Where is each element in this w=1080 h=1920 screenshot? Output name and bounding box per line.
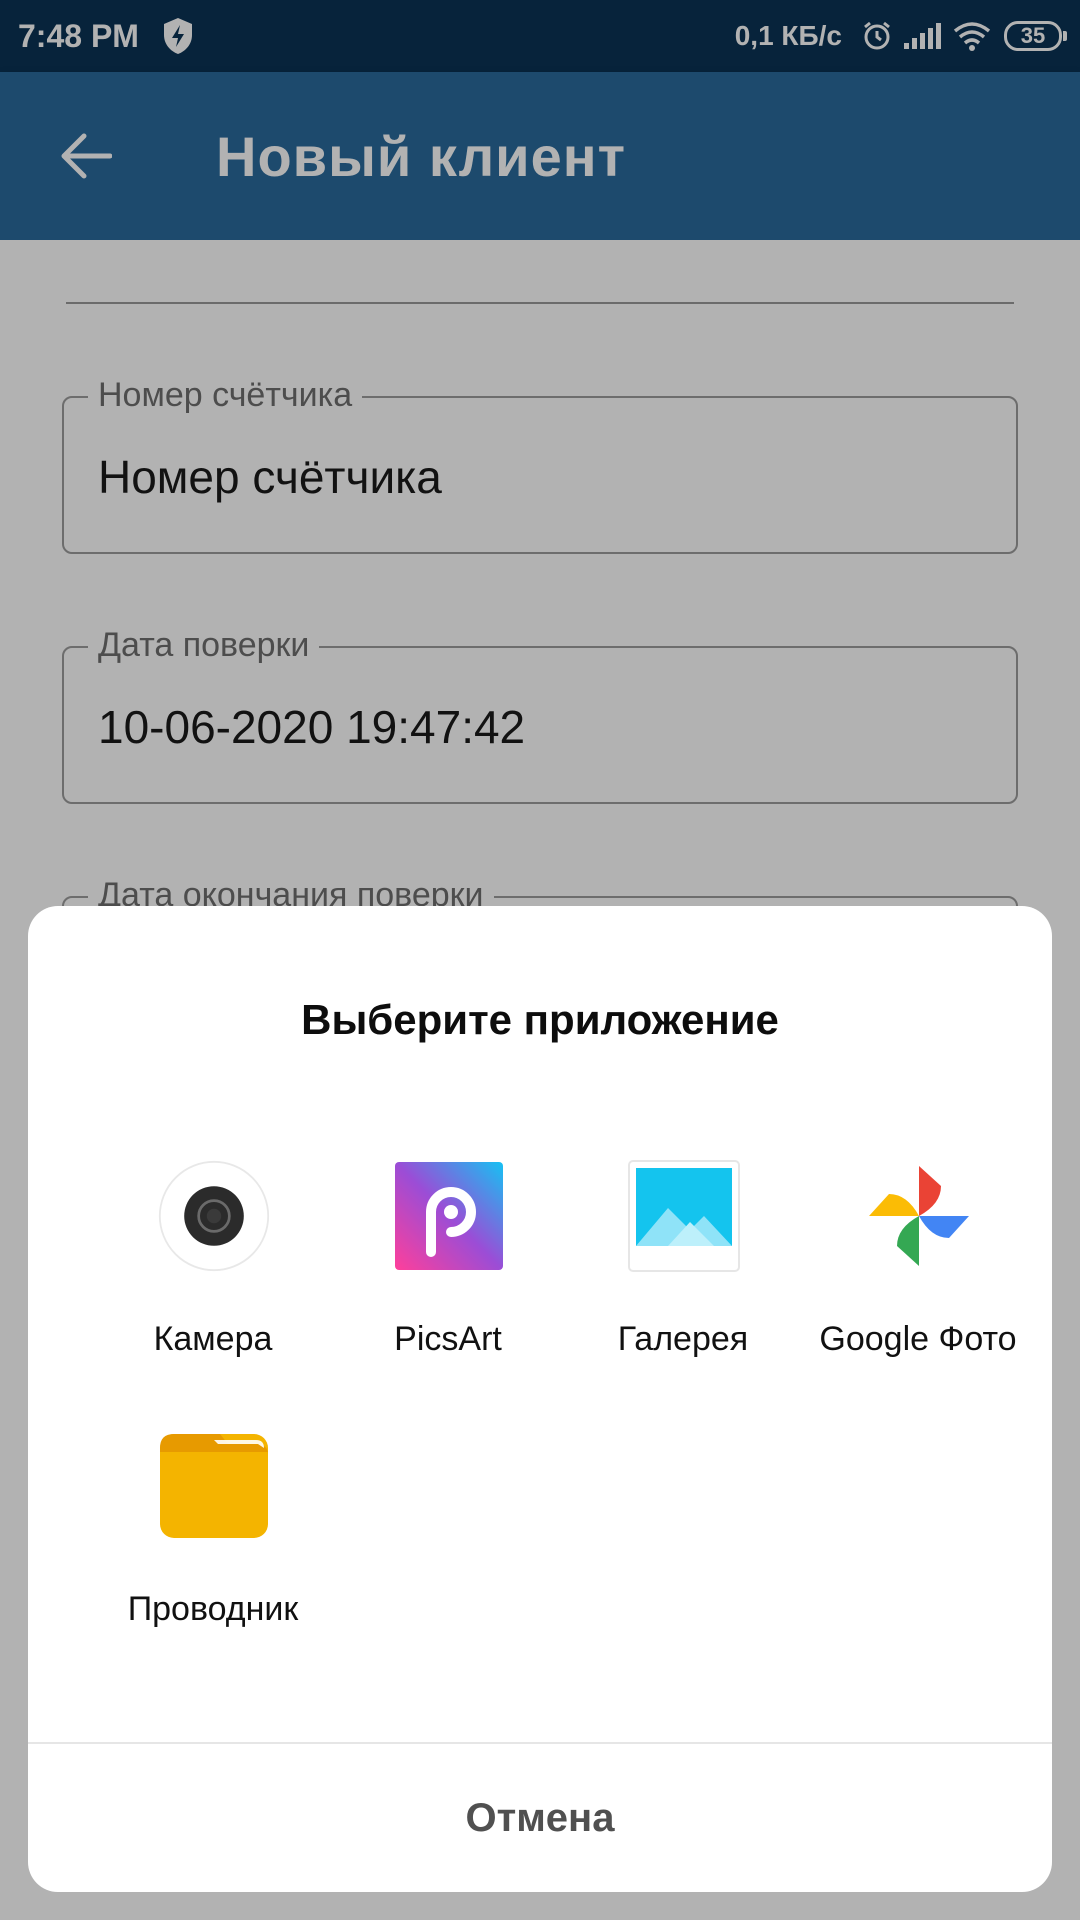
google-photos-icon bbox=[869, 1166, 969, 1266]
app-label: Google Фото bbox=[819, 1320, 1017, 1358]
app-label: PicsArt bbox=[394, 1320, 502, 1358]
app-item-google-photos[interactable]: Google Фото bbox=[801, 1160, 1035, 1380]
cancel-button[interactable]: Отмена bbox=[28, 1744, 1052, 1892]
app-label: Камера bbox=[153, 1320, 273, 1358]
app-label: Проводник bbox=[127, 1590, 299, 1628]
app-label: Галерея bbox=[617, 1320, 749, 1358]
picsart-icon bbox=[395, 1162, 503, 1270]
dialog-title: Выберите приложение bbox=[301, 996, 779, 1043]
camera-icon bbox=[158, 1160, 270, 1272]
app-chooser-dialog: Выберите приложение Камера PicsArt Галер… bbox=[28, 906, 1052, 1892]
gallery-icon bbox=[628, 1160, 740, 1272]
folder-icon bbox=[160, 1434, 268, 1538]
app-item-picsart[interactable]: PicsArt bbox=[331, 1160, 565, 1380]
app-item-file-manager[interactable]: Проводник bbox=[96, 1430, 330, 1650]
app-item-camera[interactable]: Камера bbox=[96, 1160, 330, 1380]
app-item-gallery[interactable]: Галерея bbox=[566, 1160, 800, 1380]
